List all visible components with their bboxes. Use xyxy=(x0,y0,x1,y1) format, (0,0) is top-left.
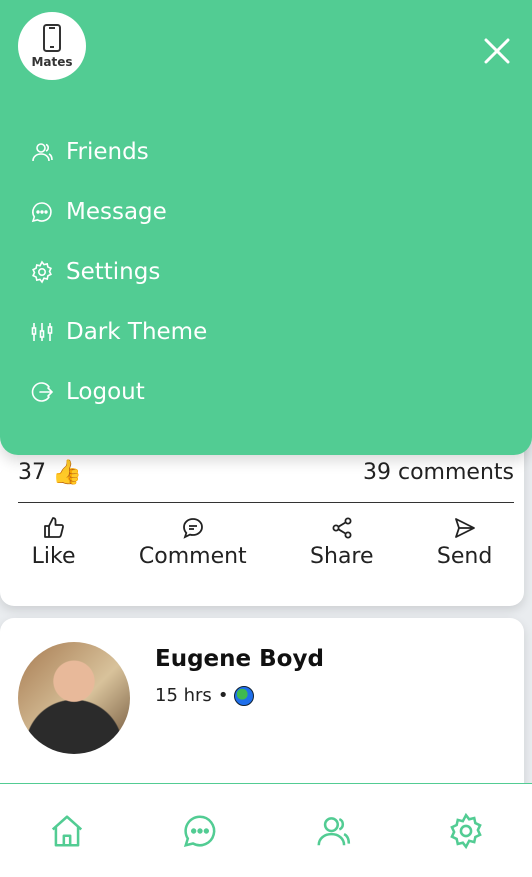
globe-icon xyxy=(234,685,255,706)
app-logo[interactable]: Mates xyxy=(18,12,86,80)
author-avatar[interactable] xyxy=(18,642,130,754)
comments-count[interactable]: 39 comments xyxy=(363,460,514,485)
close-menu-button[interactable] xyxy=(482,36,512,66)
post-time: 15 hrs xyxy=(155,685,212,706)
menu-label-friends: Friends xyxy=(66,139,149,165)
chat-icon xyxy=(183,814,215,847)
comment-label: Comment xyxy=(138,544,247,569)
thumbs-up-emoji-icon: 👍 xyxy=(52,458,82,486)
like-icon xyxy=(43,517,64,538)
share-icon xyxy=(332,517,352,539)
send-button[interactable]: Send xyxy=(437,516,492,569)
nav-home-button[interactable] xyxy=(37,801,97,861)
friends-icon xyxy=(32,143,53,162)
settings-icon xyxy=(32,260,52,284)
settings-icon xyxy=(449,812,482,849)
logout-icon xyxy=(31,382,54,402)
post-stats: 37 👍 39 comments xyxy=(18,455,514,489)
nav-settings-button[interactable] xyxy=(436,801,496,861)
menu-item-friends[interactable]: Friends xyxy=(30,122,207,182)
menu-label-settings: Settings xyxy=(66,259,161,285)
post-meta: 15 hrs • xyxy=(155,685,255,706)
menu-item-dark-theme[interactable]: Dark Theme xyxy=(30,302,207,362)
menu-item-settings[interactable]: Settings xyxy=(30,242,207,302)
home-icon xyxy=(51,814,82,847)
nav-friends-button[interactable] xyxy=(303,801,363,861)
logo-text: Mates xyxy=(31,55,73,69)
drawer-menu: Friends Message Settings Dark Theme Logo… xyxy=(30,122,207,422)
phone-icon xyxy=(43,24,61,52)
menu-label-dark-theme: Dark Theme xyxy=(66,319,208,345)
comment-icon xyxy=(182,518,203,539)
send-icon xyxy=(454,518,475,538)
send-label: Send xyxy=(436,544,493,569)
post-actions: Like Comment Share Send xyxy=(0,516,524,569)
divider xyxy=(18,502,514,503)
menu-label-message: Message xyxy=(66,199,167,225)
author-name[interactable]: Eugene Boyd xyxy=(155,646,324,672)
comment-button[interactable]: Comment xyxy=(139,516,247,569)
like-button[interactable]: Like xyxy=(32,516,76,569)
menu-item-logout[interactable]: Logout xyxy=(30,362,207,422)
share-button[interactable]: Share xyxy=(310,516,374,569)
menu-label-logout: Logout xyxy=(66,379,145,405)
side-menu-drawer: Mates Friends Message Settings Dark Them… xyxy=(0,0,532,455)
share-label: Share xyxy=(310,544,374,569)
likes-count[interactable]: 37 👍 xyxy=(18,458,82,486)
likes-count-text: 37 xyxy=(18,459,46,485)
friends-icon xyxy=(316,816,350,845)
menu-item-message[interactable]: Message xyxy=(30,182,207,242)
message-icon xyxy=(31,202,52,223)
dark-theme-icon xyxy=(31,323,53,341)
like-label: Like xyxy=(31,544,76,569)
bottom-nav xyxy=(0,783,532,877)
nav-messages-button[interactable] xyxy=(170,801,230,861)
close-icon xyxy=(484,38,510,64)
meta-separator: • xyxy=(217,685,229,706)
